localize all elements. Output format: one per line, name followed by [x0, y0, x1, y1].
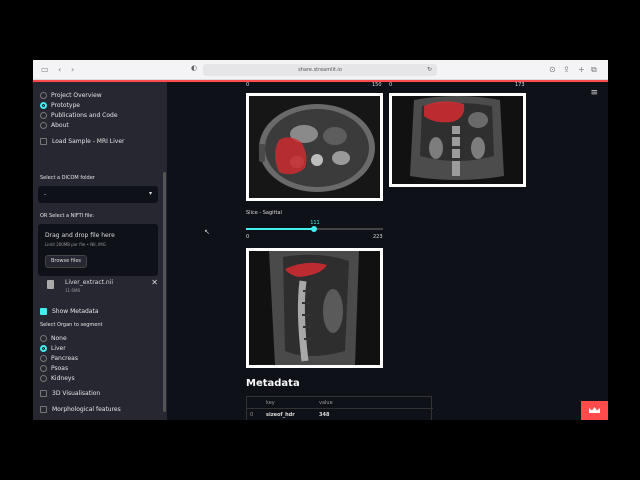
coronal-slider-min: 0	[389, 82, 393, 88]
organ-label-text: None	[51, 334, 67, 342]
sagittal-slider-max: 223	[373, 234, 383, 240]
slider-fill	[246, 228, 315, 230]
organ-kidneys[interactable]: Kidneys	[40, 373, 75, 383]
sagittal-scan-graphic	[249, 251, 380, 365]
nav-publications[interactable]: Publications and Code	[40, 110, 118, 120]
file-dropzone[interactable]: Drag and drop file here Limit 200MB per …	[38, 224, 158, 276]
sidebar-icon[interactable]: ▭	[41, 64, 49, 76]
dropzone-title: Drag and drop file here	[45, 232, 115, 239]
axial-slider-min: 0	[246, 82, 250, 88]
radio-icon	[40, 91, 47, 99]
checkbox-label: 3D Visualisation	[52, 389, 101, 397]
hamburger-menu-icon[interactable]: ≡	[590, 88, 598, 98]
organ-pancreas[interactable]: Pancreas	[40, 353, 78, 363]
radio-icon	[40, 374, 47, 382]
radio-selected-icon	[40, 344, 47, 352]
column-header: key	[266, 400, 275, 406]
show-metadata-checkbox[interactable]: Show Metadata	[40, 306, 99, 316]
share-icon[interactable]: ⇪	[563, 64, 570, 76]
tabs-icon[interactable]: ⧉	[591, 64, 597, 76]
checkbox-icon	[40, 137, 47, 145]
sagittal-slider-min: 0	[246, 234, 250, 240]
axial-scan-graphic	[249, 96, 380, 198]
slider-thumb[interactable]	[311, 226, 318, 232]
file-icon	[47, 280, 54, 289]
close-icon[interactable]: ✕	[151, 278, 158, 287]
organ-label-text: Kidneys	[51, 374, 75, 382]
3d-visualisation-checkbox[interactable]: 3D Visualisation	[40, 388, 100, 398]
mouse-cursor-icon: ↖	[204, 228, 210, 236]
uploaded-file: Liver_extract.nii 11.6MB ✕	[43, 278, 158, 296]
streamlit-badge[interactable]	[581, 401, 608, 420]
metadata-table: key value 0 sizeof_hdr 348	[246, 396, 433, 420]
back-icon[interactable]: ‹	[58, 64, 61, 76]
coronal-scan-graphic	[392, 96, 523, 184]
nav-label: Publications and Code	[51, 111, 118, 119]
organ-liver[interactable]: Liver	[40, 343, 66, 353]
checkbox-label: Morphological features	[52, 405, 121, 413]
row-index: 0	[250, 412, 254, 418]
organ-label-text: Psoas	[51, 364, 69, 372]
url-text: share.streamlit.io	[298, 67, 342, 73]
coronal-slider-max: 173	[515, 82, 525, 88]
coronal-slice-image	[389, 93, 526, 187]
organ-label-text: Liver	[51, 344, 66, 352]
morphological-checkbox[interactable]: Morphological features	[40, 404, 121, 414]
metadata-heading: Metadata	[246, 378, 300, 389]
radio-icon	[40, 334, 47, 342]
download-icon[interactable]: ⊙	[549, 64, 556, 76]
axial-slider-max: 150	[372, 82, 382, 88]
address-bar[interactable]: share.streamlit.io ↻	[203, 64, 437, 76]
nav-prototype[interactable]: Prototype	[40, 100, 80, 110]
radio-icon	[40, 111, 47, 119]
axial-slice-image	[246, 93, 383, 201]
dicom-label: Select a DICOM folder	[40, 175, 95, 181]
browser-window: ▭ ‹ › ◐ share.streamlit.io ↻ ⊙ ⇪ + ⧉ Pro…	[33, 60, 608, 420]
nav-label: Prototype	[51, 101, 80, 109]
row-value: 348	[319, 412, 330, 418]
reload-icon[interactable]: ↻	[427, 64, 432, 76]
nav-label: About	[51, 121, 69, 129]
checkbox-icon	[40, 389, 47, 397]
sidebar: Project Overview Prototype Publications …	[33, 82, 167, 420]
checkbox-label: Show Metadata	[52, 307, 99, 315]
nav-about[interactable]: About	[40, 120, 69, 130]
nav-project-overview[interactable]: Project Overview	[40, 90, 102, 100]
organ-psoas[interactable]: Psoas	[40, 363, 68, 373]
radio-icon	[40, 354, 47, 362]
nifti-label: OR Select a NIFTI file:	[40, 213, 95, 219]
organ-label-text: Pancreas	[51, 354, 78, 362]
row-key: sizeof_hdr	[266, 412, 295, 418]
column-header: value	[319, 400, 333, 406]
radio-icon	[40, 121, 47, 129]
chevron-down-icon: ▾	[148, 190, 152, 197]
load-sample-checkbox[interactable]: Load Sample - MRI Liver	[40, 136, 125, 146]
browse-files-button[interactable]: Browse files	[45, 255, 87, 268]
sidebar-scrollbar[interactable]	[163, 172, 166, 412]
shield-icon[interactable]: ◐	[191, 64, 197, 72]
browser-toolbar: ▭ ‹ › ◐ share.streamlit.io ↻ ⊙ ⇪ + ⧉	[33, 60, 608, 80]
sagittal-slice-image	[246, 248, 383, 368]
crown-icon	[589, 407, 600, 413]
new-tab-icon[interactable]: +	[578, 64, 585, 76]
select-value: -	[44, 191, 47, 198]
organ-label: Select Organ to segment	[40, 322, 103, 328]
file-size: 11.6MB	[65, 288, 81, 293]
organ-none[interactable]: None	[40, 333, 67, 343]
sagittal-slider-value: 111	[310, 220, 320, 226]
forward-icon[interactable]: ›	[71, 64, 74, 76]
checkbox-icon	[40, 405, 47, 413]
checkbox-label: Load Sample - MRI Liver	[52, 137, 125, 145]
radio-selected-icon	[40, 101, 47, 109]
dicom-select[interactable]: - ▾	[38, 186, 158, 203]
nav-label: Project Overview	[51, 91, 102, 99]
sagittal-slider[interactable]	[246, 226, 383, 232]
main-content: ≡ 0 150 0 173 Slice - Sagittal 111 0 223…	[167, 82, 608, 420]
checkbox-checked-icon	[40, 307, 47, 315]
row-divider	[247, 408, 433, 409]
file-name: Liver_extract.nii	[65, 279, 114, 286]
radio-icon	[40, 364, 47, 372]
dropzone-limit: Limit 200MB per file • NII, IMG	[45, 242, 106, 247]
sagittal-slider-title: Slice - Sagittal	[246, 210, 282, 216]
